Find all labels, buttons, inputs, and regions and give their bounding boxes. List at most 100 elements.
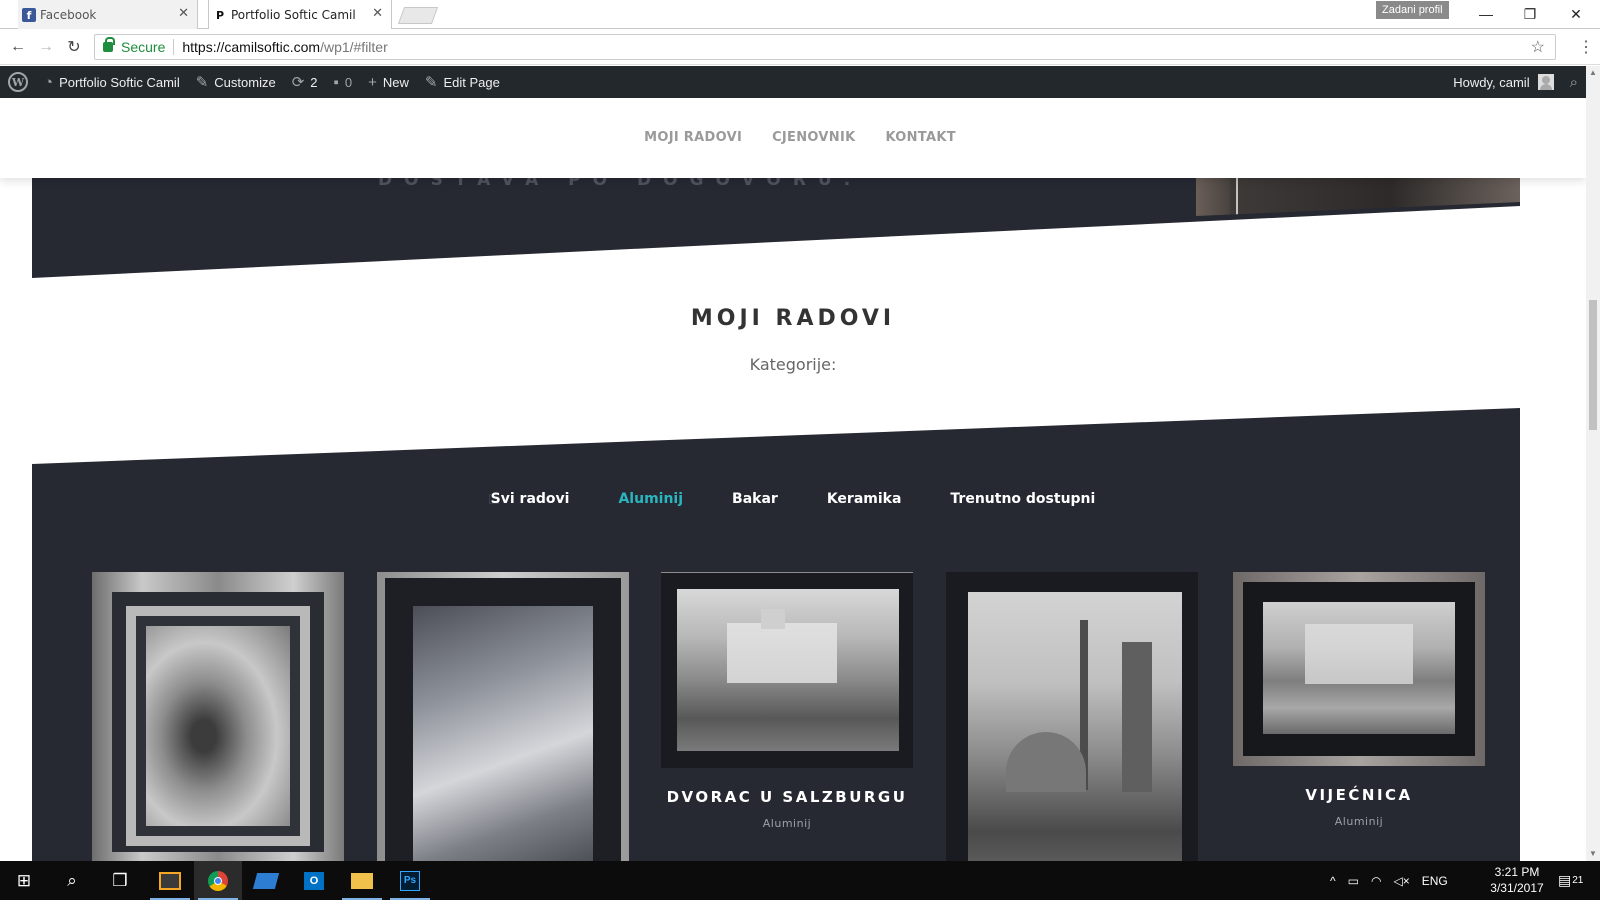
tab-facebook[interactable]: f Facebook ✕	[18, 0, 198, 29]
filter-trenutno-dostupni[interactable]: Trenutno dostupni	[950, 491, 1095, 507]
avatar	[1537, 74, 1554, 90]
volume-icon[interactable]: ◁×	[1393, 874, 1409, 888]
minimize-icon[interactable]: —	[1466, 3, 1506, 25]
reload-icon[interactable]: ↻	[64, 37, 84, 57]
new-tab-button[interactable]	[397, 7, 439, 24]
task-view-icon[interactable]: ❒	[96, 861, 144, 900]
wifi-icon[interactable]: ◠	[1371, 874, 1381, 888]
site-header: MOJI RADOVI CJENOVNIK KONTAKT	[0, 98, 1586, 178]
portfolio-item[interactable]: DVORAC U SALZBURGU Aluminij	[661, 572, 913, 830]
url-path: /wp1/#filter	[320, 39, 388, 55]
new-label: New	[382, 74, 409, 90]
date: 3/31/2017	[1490, 881, 1544, 895]
bookmark-star-icon[interactable]: ☆	[1531, 37, 1545, 57]
search-icon[interactable]: ⌕	[48, 861, 96, 900]
updates-icon: ⟳	[291, 74, 305, 91]
forward-icon[interactable]: →	[36, 37, 56, 57]
restore-icon[interactable]: ❐	[1510, 3, 1550, 25]
time: 3:21 PM	[1494, 865, 1540, 879]
filter-keramika[interactable]: Keramika	[827, 491, 902, 507]
language-indicator[interactable]: ENG	[1422, 874, 1448, 888]
customize-label: Customize	[214, 74, 276, 90]
admin-updates[interactable]: ⟳ 2	[284, 66, 326, 98]
secure-label: Secure	[121, 39, 166, 55]
outlook-icon[interactable]: O	[290, 861, 338, 900]
notification-count: 21	[1572, 875, 1584, 886]
admin-account[interactable]: Howdy, camil	[1445, 66, 1561, 98]
nav-moji-radovi[interactable]: MOJI RADOVI	[644, 130, 742, 145]
portfolio-item[interactable]	[92, 572, 344, 861]
windows-taskbar: ⊞ ⌕ ❒ O Ps ^ ▭ ◠ ◁× ENG 3:21 PM 3/31/201…	[0, 861, 1600, 900]
profile-badge[interactable]: Zadani profil	[1376, 1, 1449, 19]
portfolio-item-title[interactable]: DVORAC U SALZBURGU	[661, 788, 913, 806]
chrome-icon[interactable]	[194, 861, 242, 900]
pencil-icon: ✎	[424, 74, 438, 91]
scroll-thumb[interactable]	[1589, 300, 1597, 430]
portfolio-item-category: Aluminij	[1334, 815, 1384, 828]
admin-new[interactable]: + New	[360, 66, 417, 98]
artwork-image[interactable]	[661, 572, 913, 768]
close-icon[interactable]: ✕	[178, 6, 189, 21]
page-scrollbar[interactable]: ▲ ▼	[1586, 66, 1600, 861]
lock-icon	[103, 37, 115, 52]
address-bar[interactable]: Secure https://camilsoftic.com /wp1/#fil…	[94, 34, 1556, 60]
updates-count: 2	[310, 74, 318, 90]
browser-toolbar: ← → ↻ Secure https://camilsoftic.com /wp…	[0, 29, 1600, 65]
file-explorer-icon[interactable]	[338, 861, 386, 900]
browser-tab-strip: f Facebook ✕ P Portfolio Softic Camil ✕ …	[0, 0, 1600, 29]
portfolio-item-title[interactable]: VIJEĆNICA	[1233, 786, 1485, 804]
url-base: https://camilsoftic.com	[182, 39, 321, 55]
admin-site-name[interactable]: ◔ Portfolio Softic Camil	[36, 66, 188, 98]
filter-aluminij[interactable]: Aluminij	[618, 491, 683, 507]
admin-comments[interactable]: ▪ 0	[326, 66, 361, 98]
portfolio-filters: Svi radovi Aluminij Bakar Keramika Trenu…	[0, 491, 1586, 507]
sublime-text-icon[interactable]	[146, 861, 194, 900]
comment-icon: ▪	[333, 73, 339, 91]
search-icon: ⌕	[1569, 73, 1578, 91]
clock[interactable]: 3:21 PM 3/31/2017	[1478, 864, 1556, 896]
windows-start-icon[interactable]: ⊞	[0, 861, 48, 900]
artwork-image[interactable]	[946, 572, 1198, 861]
photoshop-icon[interactable]: Ps	[386, 861, 434, 900]
section-subtitle: Kategorije:	[749, 355, 837, 374]
wordpress-logo-icon[interactable]: W	[8, 72, 28, 92]
facebook-icon: f	[22, 8, 36, 22]
nav-cjenovnik[interactable]: CJENOVNIK	[772, 130, 855, 145]
section-title: MOJI RADOVI	[690, 306, 896, 331]
admin-search[interactable]: ⌕	[1562, 66, 1586, 98]
comments-count: 0	[344, 74, 353, 90]
scroll-up-icon[interactable]: ▲	[1589, 68, 1597, 77]
portfolio-item[interactable]: VIJEĆNICA Aluminij	[1233, 572, 1485, 828]
site-name-label: Portfolio Softic Camil	[59, 74, 180, 90]
portfolio-item-category: Aluminij	[762, 817, 812, 830]
artwork-image[interactable]	[377, 572, 629, 861]
main-nav: MOJI RADOVI CJENOVNIK KONTAKT	[644, 130, 956, 145]
battery-icon[interactable]: ▭	[1348, 874, 1359, 888]
howdy-label: Howdy, camil	[1453, 74, 1530, 90]
app-icon[interactable]	[242, 861, 290, 900]
notification-center[interactable]: ▤ 21	[1558, 861, 1583, 900]
artwork-image[interactable]	[1233, 572, 1485, 766]
filter-bakar[interactable]: Bakar	[732, 491, 778, 507]
filter-svi-radovi[interactable]: Svi radovi	[491, 491, 570, 507]
admin-edit-page[interactable]: ✎ Edit Page	[417, 66, 508, 98]
chevron-up-icon[interactable]: ^	[1330, 874, 1336, 888]
tab-title: Facebook	[40, 7, 97, 22]
notification-icon: ▤	[1558, 872, 1572, 888]
nav-kontakt[interactable]: KONTAKT	[885, 130, 955, 145]
close-window-icon[interactable]: ✕	[1556, 3, 1596, 25]
portfolio-item[interactable]	[946, 572, 1198, 861]
admin-customize[interactable]: ✎ Customize	[188, 66, 284, 98]
close-icon[interactable]: ✕	[372, 6, 383, 21]
tab-title: Portfolio Softic Camil	[231, 7, 356, 22]
scroll-down-icon[interactable]: ▼	[1589, 849, 1597, 858]
tab-portfolio[interactable]: P Portfolio Softic Camil ✕	[208, 0, 392, 29]
artwork-image[interactable]	[92, 572, 344, 861]
brush-icon: ✎	[195, 74, 209, 91]
p-icon: P	[215, 8, 225, 22]
wp-admin-bar: W ◔ Portfolio Softic Camil ✎ Customize ⟳…	[0, 66, 1586, 98]
back-icon[interactable]: ←	[8, 37, 28, 57]
divider	[173, 39, 175, 55]
browser-menu-icon[interactable]: ⋮	[1578, 37, 1594, 57]
portfolio-item[interactable]	[377, 572, 629, 861]
